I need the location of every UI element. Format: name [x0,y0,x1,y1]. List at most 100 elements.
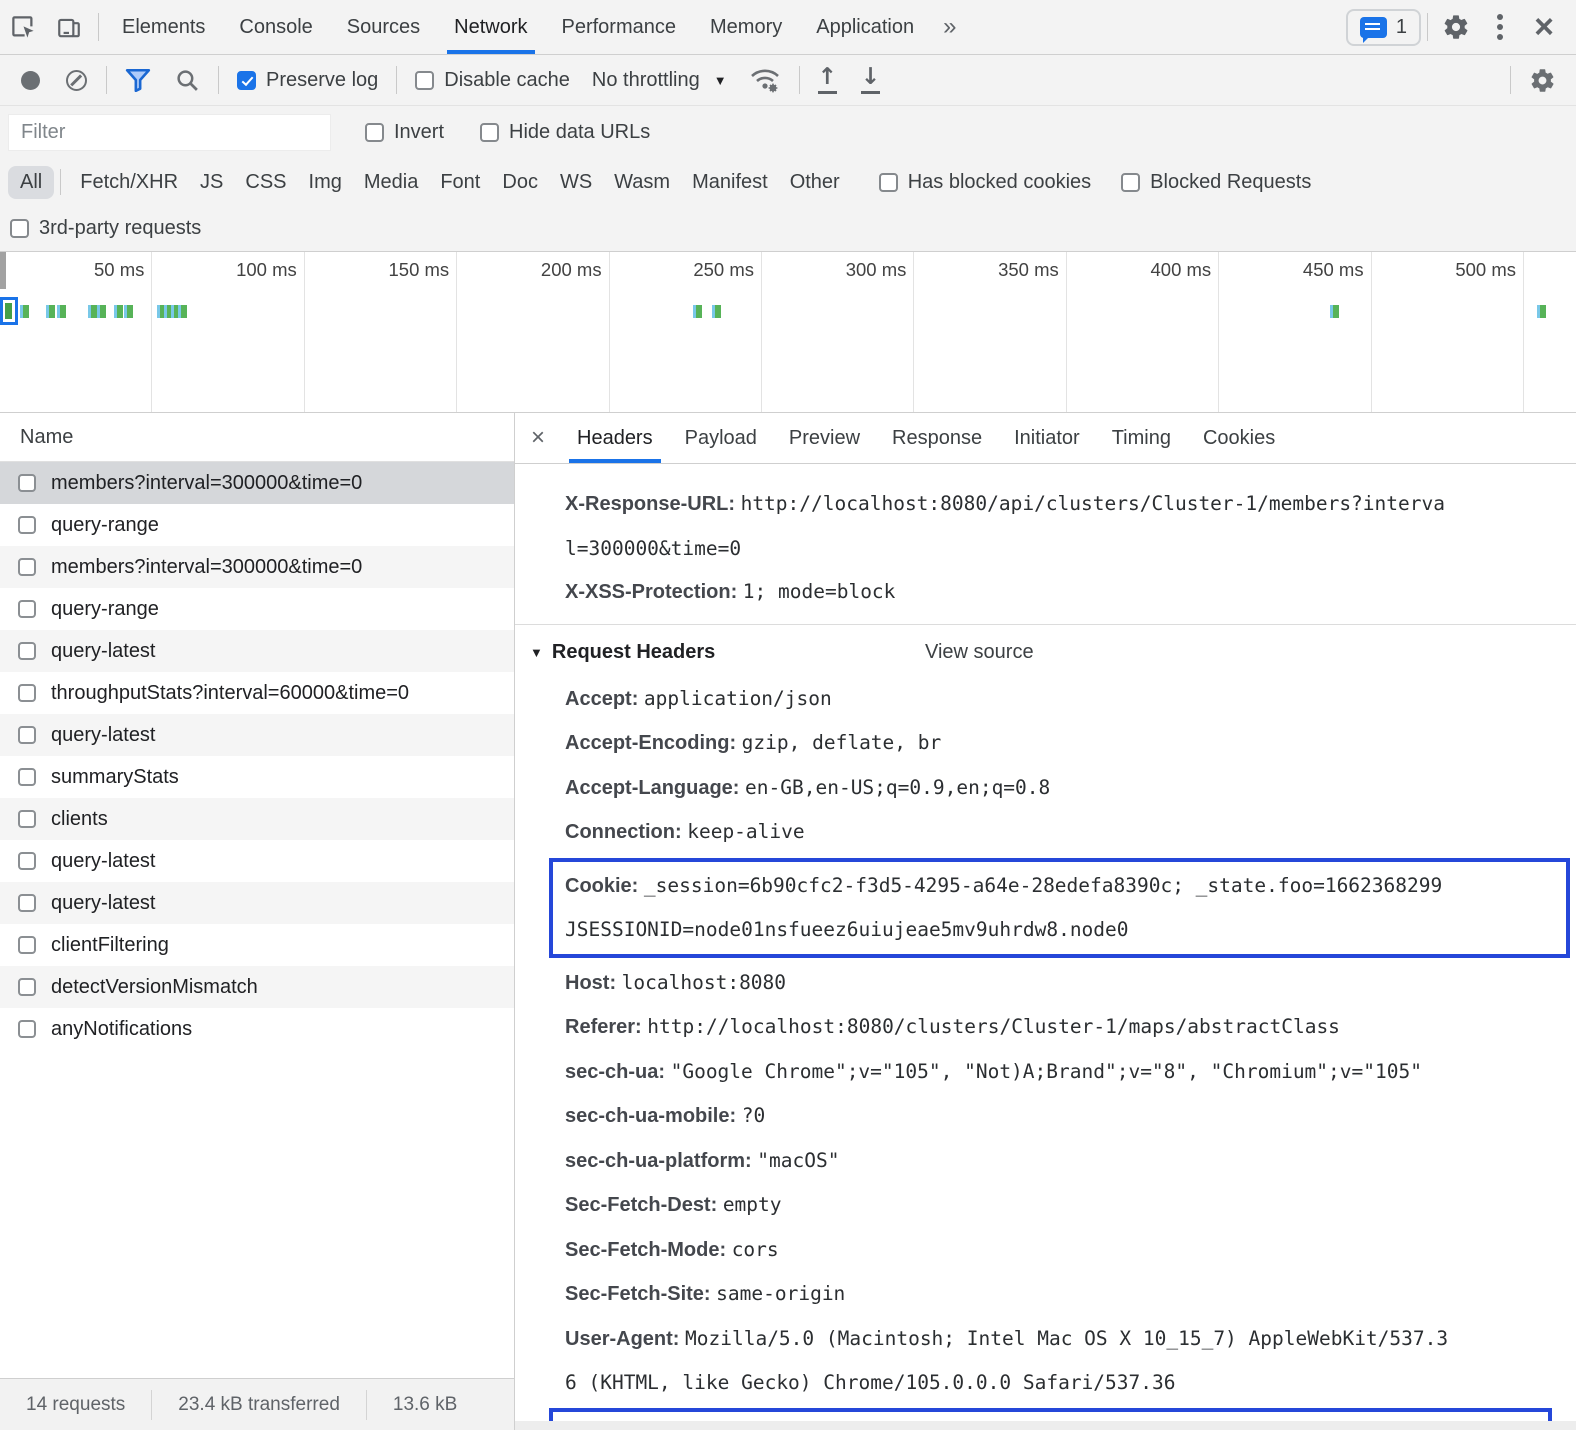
request-type-chip-media[interactable]: Media [353,166,429,199]
request-row[interactable]: throughputStats?interval=60000&time=0 [0,672,514,714]
request-row-checkbox[interactable] [18,810,36,828]
overview-segment: 50 ms [0,252,152,412]
request-row[interactable]: query-latest [0,714,514,756]
request-row-checkbox[interactable] [18,684,36,702]
request-type-chip-manifest[interactable]: Manifest [681,166,779,199]
tab-sources[interactable]: Sources [330,0,437,54]
request-row[interactable]: members?interval=300000&time=0 [0,462,514,504]
request-row-checkbox[interactable] [18,474,36,492]
request-name: query-latest [51,850,156,873]
filter-input[interactable] [8,114,331,151]
has-blocked-cookies-checkbox[interactable] [879,173,898,192]
inspect-element-icon[interactable] [0,0,46,54]
tab-memory[interactable]: Memory [693,0,799,54]
network-settings-gear-icon[interactable] [1529,67,1556,94]
details-tab-initiator[interactable]: Initiator [998,413,1096,463]
header-name: Host: [565,972,622,994]
request-row-checkbox[interactable] [18,726,36,744]
request-row-checkbox[interactable] [18,558,36,576]
request-headers-section-header[interactable]: ▼ Request Headers View source [515,628,1576,677]
header-entry-sec-ch-ua-platform: sec-ch-ua-platform: "macOS" [515,1139,1576,1184]
close-details-icon[interactable]: × [515,424,561,452]
request-row-checkbox[interactable] [18,936,36,954]
disable-cache-checkbox[interactable] [415,71,434,90]
request-row-checkbox[interactable] [18,642,36,660]
request-headers-title: Request Headers [552,641,715,664]
request-row-checkbox[interactable] [18,768,36,786]
third-party-toggle[interactable]: 3rd-party requests [10,217,201,240]
invert-toggle[interactable]: Invert [365,121,444,144]
request-row-checkbox[interactable] [18,978,36,996]
request-type-chip-wasm[interactable]: Wasm [603,166,681,199]
view-source-link[interactable]: View source [925,641,1034,664]
record-network-log-icon[interactable] [21,71,40,90]
details-tab-payload[interactable]: Payload [669,413,773,463]
tab-network[interactable]: Network [437,0,544,54]
tab-elements[interactable]: Elements [105,0,222,54]
invert-checkbox[interactable] [365,123,384,142]
kebab-menu-icon[interactable] [1478,5,1522,49]
details-tab-response[interactable]: Response [876,413,998,463]
throttling-select[interactable]: No throttling ▼ [592,69,727,92]
request-type-chip-doc[interactable]: Doc [491,166,549,199]
request-row[interactable]: members?interval=300000&time=0 [0,546,514,588]
request-row-checkbox[interactable] [18,852,36,870]
request-row-checkbox[interactable] [18,600,36,618]
disable-cache-toggle[interactable]: Disable cache [415,69,570,92]
hide-data-urls-checkbox[interactable] [480,123,499,142]
request-type-chip-font[interactable]: Font [429,166,491,199]
request-row[interactable]: detectVersionMismatch [0,966,514,1008]
name-column-header[interactable]: Name [0,413,514,462]
request-row-checkbox[interactable] [18,1020,36,1038]
close-devtools-icon[interactable]: × [1522,5,1566,49]
network-conditions-icon[interactable] [749,67,781,93]
divider [60,169,61,195]
request-type-chip-other[interactable]: Other [779,166,851,199]
import-har-icon[interactable]: ↑ [818,66,837,94]
header-name: Accept-Encoding: [565,732,742,754]
details-tab-preview[interactable]: Preview [773,413,876,463]
section-divider [515,624,1576,625]
tab-application[interactable]: Application [799,0,931,54]
export-har-icon[interactable]: ↓ [861,66,880,94]
request-type-chip-all[interactable]: All [8,166,54,199]
request-row[interactable]: summaryStats [0,756,514,798]
third-party-checkbox[interactable] [10,219,29,238]
filter-funnel-icon[interactable] [125,68,151,92]
request-type-chip-css[interactable]: CSS [234,166,297,199]
details-tab-cookies[interactable]: Cookies [1187,413,1291,463]
hide-data-urls-toggle[interactable]: Hide data URLs [480,121,650,144]
tab-performance[interactable]: Performance [545,0,694,54]
preserve-log-toggle[interactable]: Preserve log [237,69,378,92]
request-row[interactable]: clientFiltering [0,924,514,966]
settings-gear-icon[interactable] [1434,5,1478,49]
details-tab-timing[interactable]: Timing [1096,413,1187,463]
blocked-requests-label: Blocked Requests [1150,171,1311,194]
request-type-chip-img[interactable]: Img [298,166,353,199]
request-type-chip-ws[interactable]: WS [549,166,603,199]
request-row[interactable]: query-latest [0,630,514,672]
request-row[interactable]: anyNotifications [0,1008,514,1050]
request-row[interactable]: clients [0,798,514,840]
panel-tabs: ElementsConsoleSourcesNetworkPerformance… [105,0,931,54]
blocked-requests-toggle[interactable]: Blocked Requests [1121,171,1311,194]
request-row[interactable]: query-latest [0,840,514,882]
request-row-checkbox[interactable] [18,516,36,534]
more-tabs-button[interactable]: » [931,0,968,54]
issues-badge-button[interactable]: 1 [1346,9,1421,46]
search-icon[interactable] [175,68,200,93]
request-row-checkbox[interactable] [18,894,36,912]
request-row[interactable]: query-latest [0,882,514,924]
request-row[interactable]: query-range [0,504,514,546]
clear-network-log-icon[interactable] [66,70,87,91]
request-row[interactable]: query-range [0,588,514,630]
request-type-chip-js[interactable]: JS [189,166,234,199]
preserve-log-checkbox[interactable] [237,71,256,90]
has-blocked-cookies-toggle[interactable]: Has blocked cookies [879,171,1091,194]
device-toolbar-icon[interactable] [46,0,92,54]
details-tab-headers[interactable]: Headers [561,413,669,463]
request-type-chip-fetch-xhr[interactable]: Fetch/XHR [69,166,189,199]
blocked-requests-checkbox[interactable] [1121,173,1140,192]
tab-console[interactable]: Console [222,0,329,54]
network-overview-timeline[interactable]: 50 ms100 ms150 ms200 ms250 ms300 ms350 m… [0,252,1576,413]
